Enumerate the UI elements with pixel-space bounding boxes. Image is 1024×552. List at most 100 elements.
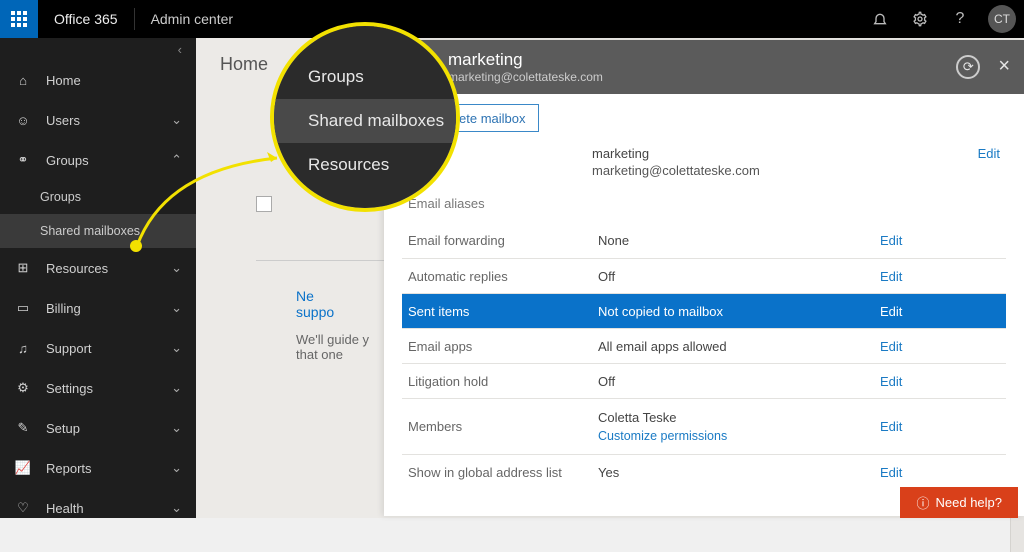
identity-email: marketing@colettateske.com <box>592 163 1006 178</box>
setup-icon: ✎ <box>14 420 32 436</box>
sidebar-item-label: Users <box>46 113 80 128</box>
sidebar-item-label: Reports <box>46 461 92 476</box>
users-icon: ☺ <box>14 113 32 128</box>
chevron-down-icon: ⌄ <box>171 300 182 316</box>
row-checkbox[interactable] <box>256 196 272 212</box>
sidebar-subitem-label: Shared mailboxes <box>40 224 140 238</box>
settings-gear-icon[interactable] <box>900 0 940 38</box>
chevron-up-icon: ⌃ <box>171 152 182 168</box>
sidebar-item-home[interactable]: ⌂ Home <box>0 60 196 100</box>
flyout-body: 🗑 Delete mailbox marketing marketing@col… <box>384 94 1024 499</box>
sidebar-item-users[interactable]: ☺ Users ⌄ <box>0 100 196 140</box>
sidebar-item-label: Health <box>46 501 84 516</box>
sidebar-item-setup[interactable]: ✎ Setup ⌄ <box>0 408 196 448</box>
chevron-down-icon: ⌄ <box>171 500 182 516</box>
sidebar-item-label: Home <box>46 73 81 88</box>
close-icon[interactable]: × <box>998 55 1010 79</box>
billing-icon: ▭ <box>14 300 32 316</box>
row-label: Automatic replies <box>408 269 598 284</box>
chevron-down-icon: ⌄ <box>171 260 182 276</box>
need-help-label: Need help? <box>936 495 1003 510</box>
notifications-icon[interactable] <box>860 0 900 38</box>
edit-link[interactable]: Edit <box>870 304 1000 319</box>
row-label: Email apps <box>408 339 598 354</box>
sidebar-item-health[interactable]: ♡ Health ⌄ <box>0 488 196 528</box>
edit-link[interactable]: Edit <box>870 339 1000 354</box>
sidebar-subitem-groups[interactable]: Groups <box>0 180 196 214</box>
row-label: Litigation hold <box>408 374 598 389</box>
waffle-icon <box>11 11 27 27</box>
row-label: Members <box>408 419 598 434</box>
settings-icon: ⚙ <box>14 380 32 396</box>
zoom-item-groups: Groups <box>308 55 460 99</box>
top-bar: Office 365 Admin center ? CT <box>0 0 1024 38</box>
email-aliases-label: Email aliases <box>402 192 1006 219</box>
sidebar-subitem-shared-mailboxes[interactable]: Shared mailboxes <box>0 214 196 248</box>
chevron-down-icon: ⌄ <box>171 420 182 436</box>
sidebar-item-label: Support <box>46 341 92 356</box>
flyout-subtitle: marketing@colettateske.com <box>448 70 603 84</box>
row-value: Not copied to mailbox <box>598 304 870 319</box>
row-value-text: Coletta Teske <box>598 410 870 425</box>
brand-label: Office 365 <box>38 11 134 27</box>
row-value: Off <box>598 374 870 389</box>
refresh-icon[interactable]: ⟳ <box>956 55 980 79</box>
sidebar-item-support[interactable]: ♫ Support ⌄ <box>0 328 196 368</box>
chevron-down-icon: ⌄ <box>171 380 182 396</box>
flyout-header: marketing marketing@colettateske.com ⟳ × <box>384 40 1024 94</box>
reports-icon: 📈 <box>14 460 32 476</box>
resources-icon: ⊞ <box>14 260 32 276</box>
annotation-dot <box>130 240 142 252</box>
groups-icon: ⚭ <box>14 152 32 168</box>
sidebar-item-label: Groups <box>46 153 89 168</box>
sidebar-item-label: Billing <box>46 301 81 316</box>
user-avatar[interactable]: CT <box>988 5 1016 33</box>
row-litigation-hold[interactable]: Litigation hold Off Edit <box>402 363 1006 398</box>
edit-link[interactable]: Edit <box>870 465 1000 480</box>
row-sent-items[interactable]: Sent items Not copied to mailbox Edit <box>402 293 1006 328</box>
collapse-sidebar-button[interactable]: ‹ <box>0 38 196 60</box>
details-flyout: marketing marketing@colettateske.com ⟳ ×… <box>384 40 1024 516</box>
sidebar-item-groups[interactable]: ⚭ Groups ⌃ <box>0 140 196 180</box>
row-email-apps[interactable]: Email apps All email apps allowed Edit <box>402 328 1006 363</box>
row-value: Coletta Teske Customize permissions <box>598 410 870 443</box>
row-show-in-gal[interactable]: Show in global address list Yes Edit <box>402 454 1006 489</box>
zoom-callout: Groups Shared mailboxes Resources <box>270 22 460 212</box>
sidebar-item-label: Settings <box>46 381 93 396</box>
admin-center-label: Admin center <box>135 11 249 27</box>
home-icon: ⌂ <box>14 73 32 88</box>
sidebar-item-settings[interactable]: ⚙ Settings ⌄ <box>0 368 196 408</box>
chevron-down-icon: ⌄ <box>171 460 182 476</box>
sidebar-item-reports[interactable]: 📈 Reports ⌄ <box>0 448 196 488</box>
row-members[interactable]: Members Coletta Teske Customize permissi… <box>402 398 1006 454</box>
row-value: Off <box>598 269 870 284</box>
support-icon: ♫ <box>14 341 32 356</box>
row-label: Show in global address list <box>408 465 598 480</box>
sidebar-item-label: Setup <box>46 421 80 436</box>
left-nav: ‹ ⌂ Home ☺ Users ⌄ ⚭ Groups ⌃ Groups Sha… <box>0 38 196 518</box>
sidebar-item-resources[interactable]: ⊞ Resources ⌄ <box>0 248 196 288</box>
row-label: Email forwarding <box>408 233 598 248</box>
edit-identity-link[interactable]: Edit <box>978 146 1000 161</box>
sidebar-item-billing[interactable]: ▭ Billing ⌄ <box>0 288 196 328</box>
help-icon[interactable]: ? <box>940 0 980 38</box>
row-value: None <box>598 233 870 248</box>
app-launcher-button[interactable] <box>0 0 38 38</box>
health-icon: ♡ <box>14 500 32 516</box>
row-email-forwarding[interactable]: Email forwarding None Edit <box>402 223 1006 258</box>
edit-link[interactable]: Edit <box>870 233 1000 248</box>
row-value: Yes <box>598 465 870 480</box>
detail-list: Email forwarding None Edit Automatic rep… <box>402 223 1006 489</box>
edit-link[interactable]: Edit <box>870 419 1000 434</box>
row-value: All email apps allowed <box>598 339 870 354</box>
chevron-down-icon: ⌄ <box>171 340 182 356</box>
need-help-button[interactable]: ⓘ Need help? <box>900 487 1018 518</box>
sidebar-item-label: Resources <box>46 261 108 276</box>
customize-permissions-link[interactable]: Customize permissions <box>598 429 870 443</box>
row-automatic-replies[interactable]: Automatic replies Off Edit <box>402 258 1006 293</box>
edit-link[interactable]: Edit <box>870 374 1000 389</box>
identity-name: marketing <box>592 146 1006 161</box>
identity-block: marketing marketing@colettateske.com Edi… <box>592 146 1006 178</box>
edit-link[interactable]: Edit <box>870 269 1000 284</box>
sidebar-subitem-label: Groups <box>40 190 81 204</box>
